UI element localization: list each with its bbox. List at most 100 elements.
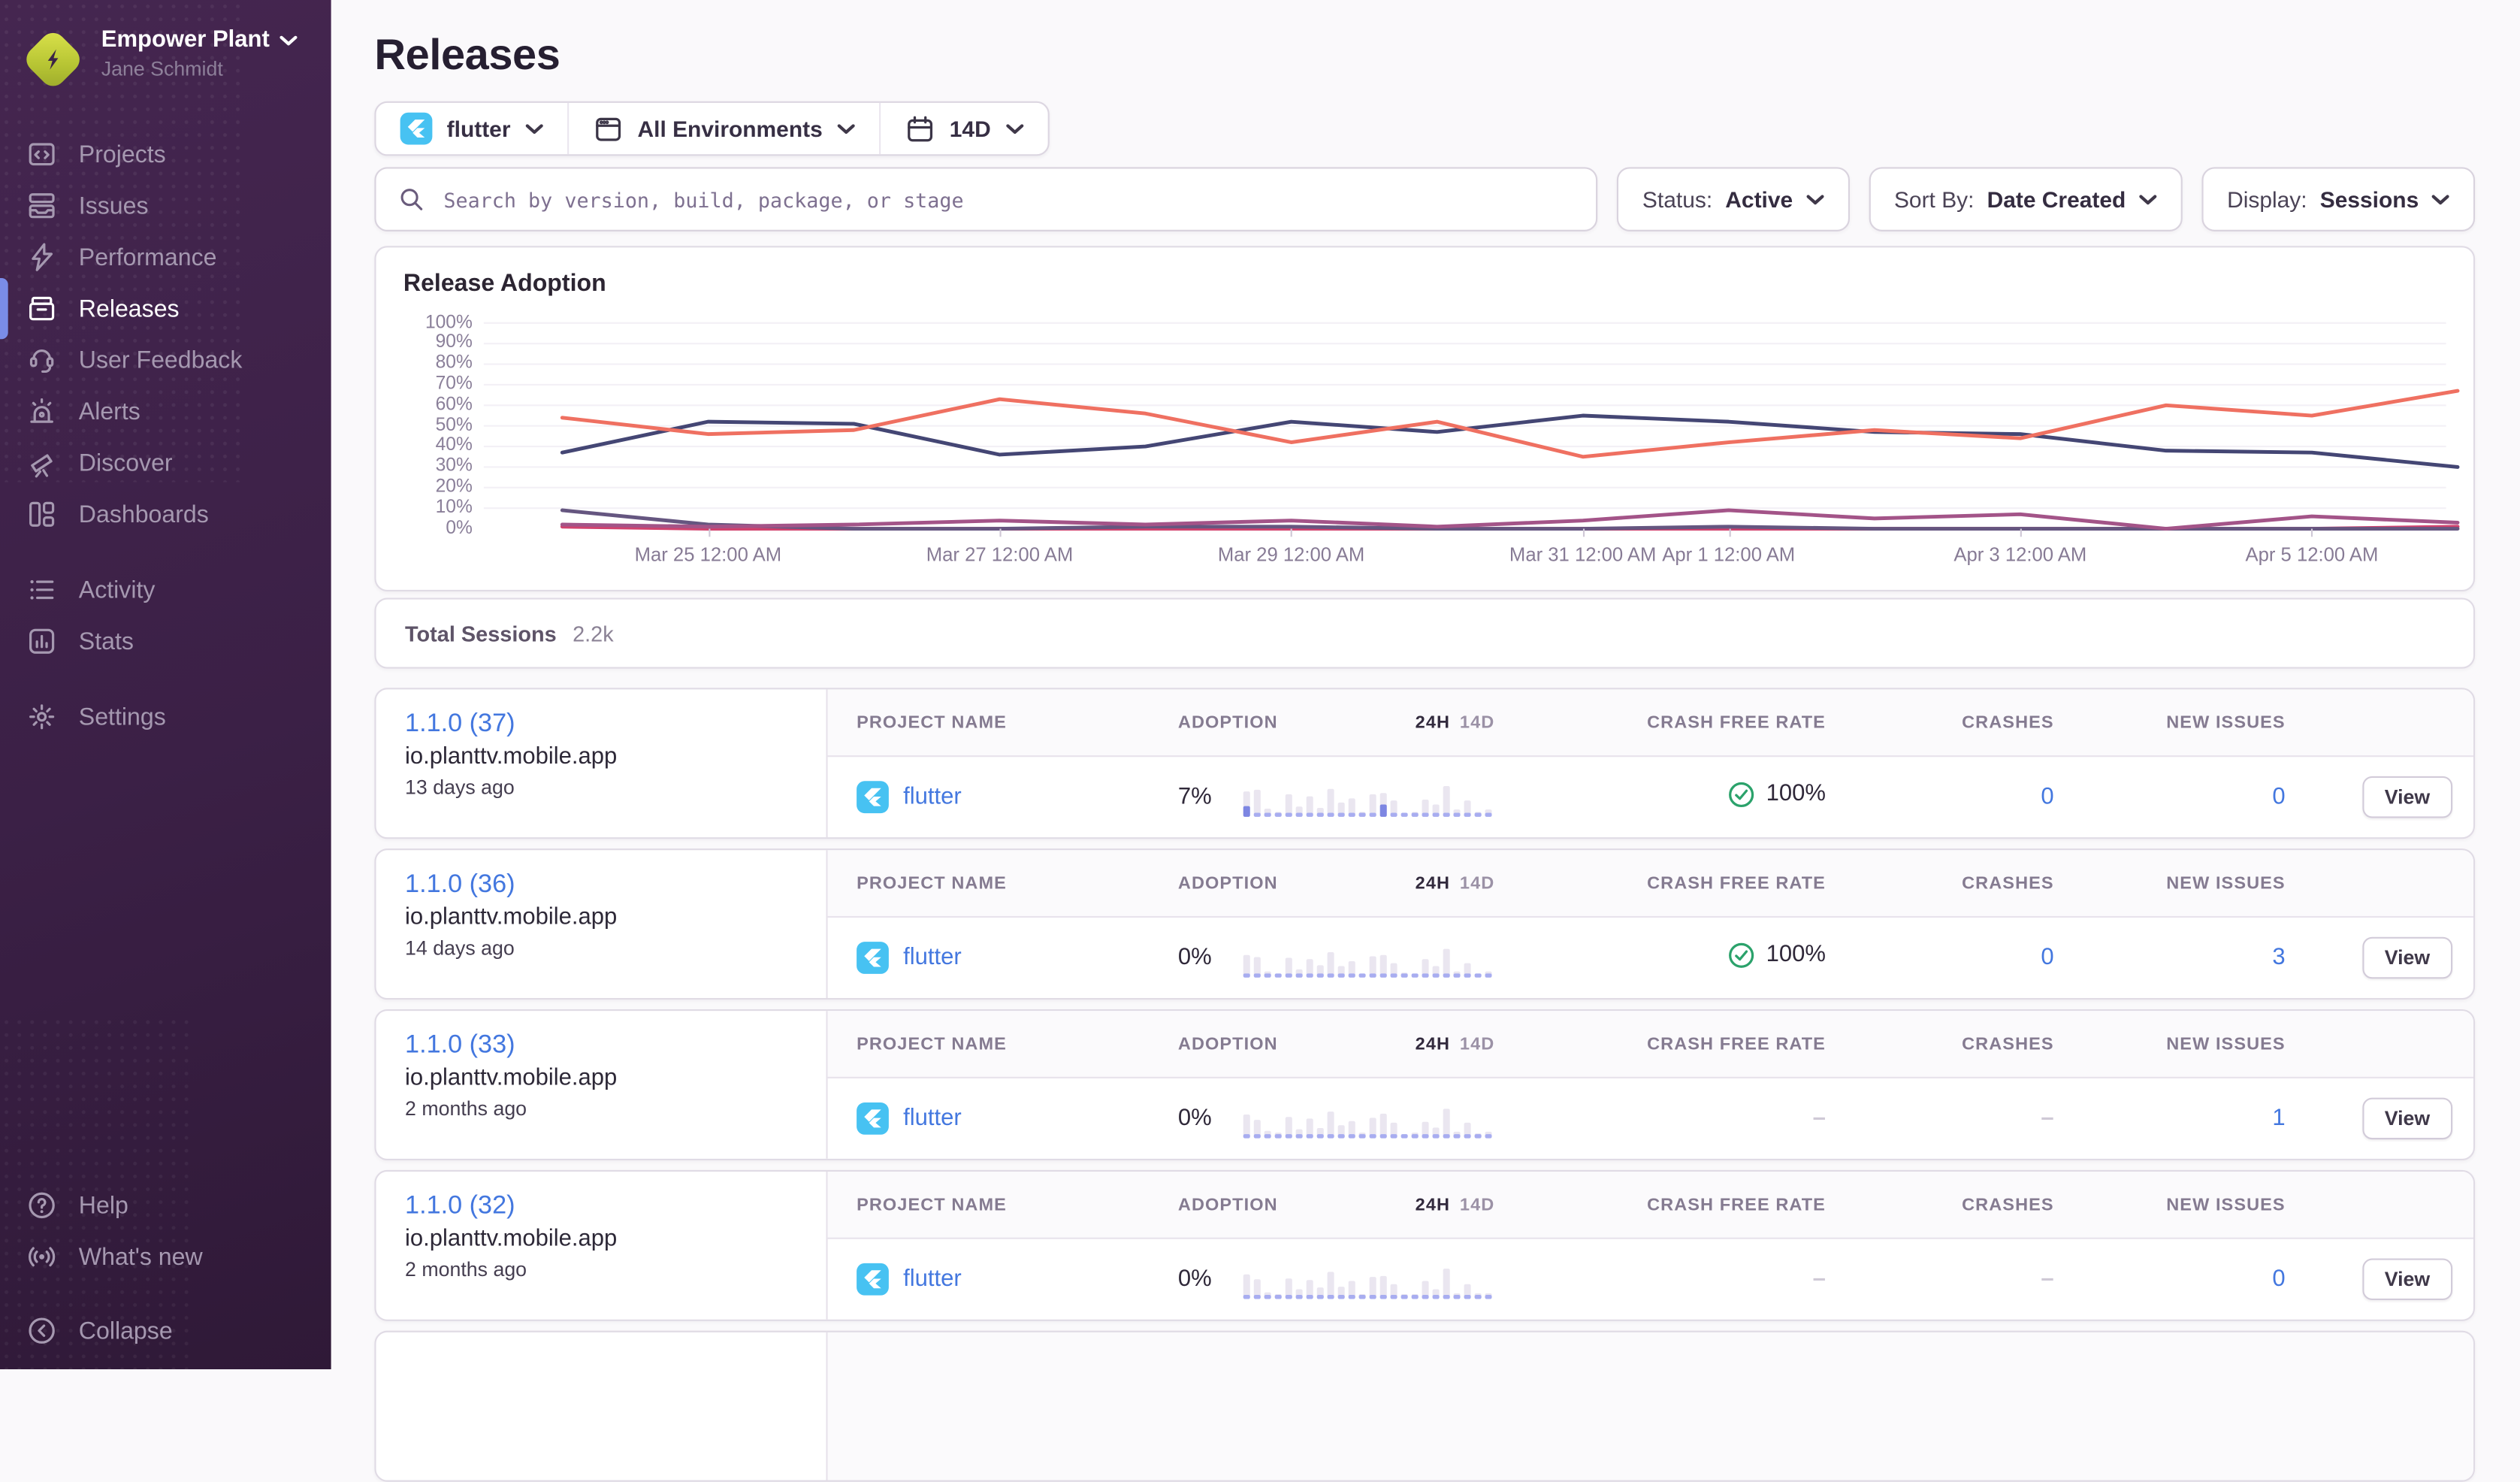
dashboards-icon [26,498,58,531]
column-crash-free-rate: CRASH FREE RATE [1494,712,1826,732]
column-project-name: PROJECT NAME [828,712,1178,732]
release-version-link[interactable]: 1.1.0 (37) [405,710,515,739]
release-table-header [828,1332,2473,1480]
toggle-24h[interactable]: 24H [1416,1034,1450,1054]
release-table: PROJECT NAME ADOPTION 24H 14D CRASH FREE… [828,1172,2473,1320]
date-range-filter-value: 14D [950,116,991,141]
check-circle-icon [1727,941,1754,968]
column-project-name: PROJECT NAME [828,1034,1178,1054]
sidebar-item-activity[interactable]: Activity [0,564,331,615]
page-title: Releases [374,32,2475,77]
search-input[interactable] [440,186,1575,213]
stats-icon [26,625,58,658]
y-tick-label: 70% [436,376,473,394]
sidebar-item-collapse[interactable]: Collapse [0,1305,331,1356]
toggle-14d[interactable]: 14D [1460,1195,1494,1214]
environment-filter[interactable]: All Environments [567,103,878,154]
chevron-down-icon [525,123,543,135]
status-dropdown[interactable]: Status: Active [1617,167,1849,231]
toggle-14d[interactable]: 14D [1460,712,1494,732]
date-range-filter[interactable]: 14D [879,103,1047,154]
x-tick-mark [1729,529,1730,537]
project-link[interactable]: flutter [903,785,962,810]
project-filter-value: flutter [447,116,511,141]
column-crash-free-rate: CRASH FREE RATE [1494,873,1826,893]
chart-lines [484,323,2446,529]
user-feedback-icon [26,344,58,377]
sidebar-item-help[interactable]: Help [0,1180,331,1231]
sidebar-item-settings[interactable]: Settings [0,691,331,743]
release-version-link[interactable]: 1.1.0 (32) [405,1193,515,1221]
view-button[interactable]: View [2362,937,2452,979]
toggle-24h[interactable]: 24H [1416,712,1450,732]
new-issues-count[interactable]: 0 [2272,785,2285,810]
chevron-down-icon [1005,123,1023,135]
project-filter[interactable]: flutter [376,103,567,154]
release-table-row: flutter 0% – – 1 View [828,1078,2473,1159]
view-button[interactable]: View [2362,1098,2452,1140]
toggle-14d[interactable]: 14D [1460,1034,1494,1054]
chevron-down-icon [2431,194,2449,205]
toggle-24h[interactable]: 24H [1416,873,1450,893]
collapse-icon [26,1314,58,1347]
flutter-icon [400,113,433,145]
toggle-14d[interactable]: 14D [1460,873,1494,893]
column-project-name: PROJECT NAME [828,873,1178,893]
total-sessions-card: Total Sessions 2.2k [374,598,2475,669]
release-table-row: flutter 0% 100% 0 3 View [828,918,2473,998]
new-issues-count[interactable]: 1 [2272,1105,2285,1131]
column-adoption: ADOPTION [1178,1195,1278,1214]
chart-y-axis: 100%90%80%70%60%50%40%30%20%10%0% [403,323,484,529]
toggle-24h[interactable]: 24H [1416,1195,1450,1214]
adoption-value: 0% [1178,1105,1212,1131]
sort-value: Date Created [1987,186,2126,212]
release-info [376,1332,828,1480]
crash-free-value: – [1813,1105,1826,1131]
environment-filter-value: All Environments [637,116,822,141]
column-crashes: CRASHES [1826,1034,2054,1054]
search-icon [397,185,426,213]
release-version-link[interactable]: 1.1.0 (33) [405,1032,515,1060]
spark-range-toggle: 24H 14D [1416,1195,1495,1214]
sidebar-spacer [0,743,331,1180]
sidebar-item-user-feedback[interactable]: User Feedback [0,334,331,386]
flutter-icon [857,1102,889,1135]
x-tick-label: Apr 5 12:00 AM [2245,543,2378,566]
status-value: Active [1725,186,1793,212]
view-button[interactable]: View [2362,1258,2452,1300]
sessions-sparkline [1242,933,1494,981]
new-issues-count[interactable]: 3 [2272,945,2285,970]
release-version-link[interactable]: 1.1.0 (36) [405,871,515,900]
release-age: 13 days ago [405,776,797,799]
sessions-sparkline [1242,1255,1494,1303]
sidebar-nav-secondary: Activity Stats [0,564,331,667]
sidebar-item-what-s-new[interactable]: What's new [0,1231,331,1282]
toolbar: Status: Active Sort By: Date Created Dis… [374,167,2475,231]
sidebar-item-issues[interactable]: Issues [0,180,331,231]
settings-icon [26,700,58,733]
sidebar-item-dashboards[interactable]: Dashboards [0,488,331,540]
view-button[interactable]: View [2362,776,2452,818]
project-link[interactable]: flutter [903,945,962,970]
y-tick-label: 60% [436,397,473,415]
crashes-count[interactable]: 0 [2041,785,2053,810]
sidebar-item-performance[interactable]: Performance [0,231,331,283]
sidebar-item-projects[interactable]: Projects [0,129,331,180]
display-dropdown[interactable]: Display: Sessions [2201,167,2475,231]
sidebar-item-stats[interactable]: Stats [0,615,331,667]
sidebar-item-releases[interactable]: Releases [0,283,331,334]
release-age: 2 months ago [405,1258,797,1281]
project-link[interactable]: flutter [903,1105,962,1131]
sidebar-item-discover[interactable]: Discover [0,437,331,488]
new-issues-count[interactable]: 0 [2272,1266,2285,1292]
sidebar-item-alerts[interactable]: Alerts [0,386,331,437]
crashes-count[interactable]: 0 [2041,945,2053,970]
x-tick-label: Mar 27 12:00 AM [926,543,1073,566]
crashes-count: – [2041,1266,2053,1292]
chart-line-series-plum [562,510,2458,529]
org-switcher[interactable]: Empower Plant Jane Schmidt [0,0,331,90]
y-tick-label: 50% [436,417,473,435]
sort-dropdown[interactable]: Sort By: Date Created [1869,167,2182,231]
project-link[interactable]: flutter [903,1266,962,1292]
user-name: Jane Schmidt [101,58,223,80]
